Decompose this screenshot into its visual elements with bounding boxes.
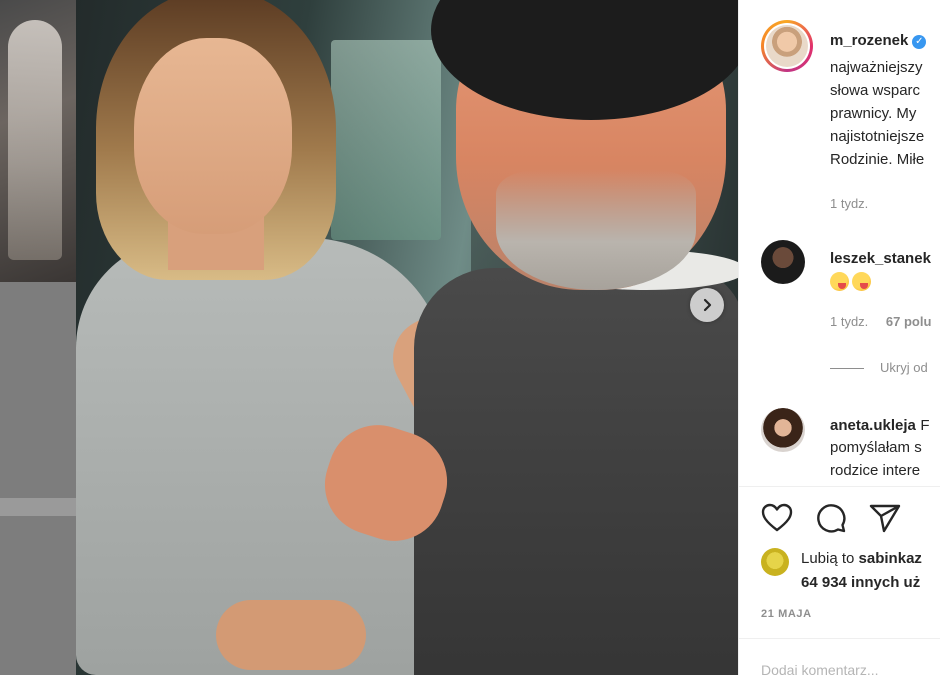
post-date: 21 MAJA	[761, 608, 812, 620]
background-left	[0, 0, 76, 675]
commenter-avatar[interactable]	[761, 408, 805, 452]
share-button[interactable]	[867, 500, 903, 536]
post-side-panel: m_rozenek ✓ najważniejszy słowa wsparc pr…	[738, 0, 940, 675]
liker-username[interactable]: sabinkaz	[859, 550, 922, 567]
divider	[739, 638, 940, 639]
comment-emojis	[830, 272, 940, 291]
add-comment-input[interactable]: Dodaj komentarz...	[761, 662, 940, 675]
heart-icon	[761, 503, 793, 532]
caption-line: najważniejszy	[830, 59, 923, 76]
likes-count[interactable]: 64 934 innych uż	[801, 574, 920, 591]
comment-author[interactable]: aneta.ukleja	[830, 417, 916, 434]
post-time: 1 tydz.	[830, 196, 869, 211]
paper-plane-icon	[869, 504, 901, 533]
comment-text: pomyślałam s rodzice intere	[830, 439, 922, 479]
hide-replies-button[interactable]: Ukryj od	[830, 360, 940, 375]
background-band	[0, 498, 76, 516]
comment-text-start: F	[920, 417, 930, 434]
comment-likes[interactable]: 67 polu	[886, 314, 932, 329]
caption-line: słowa wsparc	[830, 82, 921, 99]
comment-button[interactable]	[813, 500, 849, 536]
divider	[739, 486, 940, 487]
commenter-avatar[interactable]	[761, 240, 805, 284]
verified-badge-icon: ✓	[912, 35, 927, 49]
caption-line: prawnicy. My	[830, 105, 917, 122]
background-photo-fragment	[0, 0, 76, 282]
author-avatar[interactable]	[761, 20, 813, 72]
chevron-right-icon	[703, 298, 712, 312]
liker-avatar[interactable]	[761, 548, 789, 576]
emoji-face-icon	[830, 272, 849, 291]
author-username[interactable]: m_rozenek	[830, 32, 908, 49]
caption-line: najistotniejsze	[830, 128, 925, 145]
like-button[interactable]	[759, 500, 795, 536]
caption-line: Rodzinie. Miłe	[830, 151, 925, 168]
comment-icon	[817, 504, 846, 533]
post-caption: najważniejszy słowa wsparc prawnicy. My …	[830, 56, 940, 171]
post-photo[interactable]	[76, 0, 738, 675]
next-photo-button[interactable]	[690, 288, 724, 322]
emoji-face-icon	[852, 272, 871, 291]
likes-prefix: Lubią to	[801, 550, 859, 567]
comment-author[interactable]: leszek_stanek	[830, 250, 931, 267]
comment-time: 1 tydz.	[830, 314, 869, 329]
